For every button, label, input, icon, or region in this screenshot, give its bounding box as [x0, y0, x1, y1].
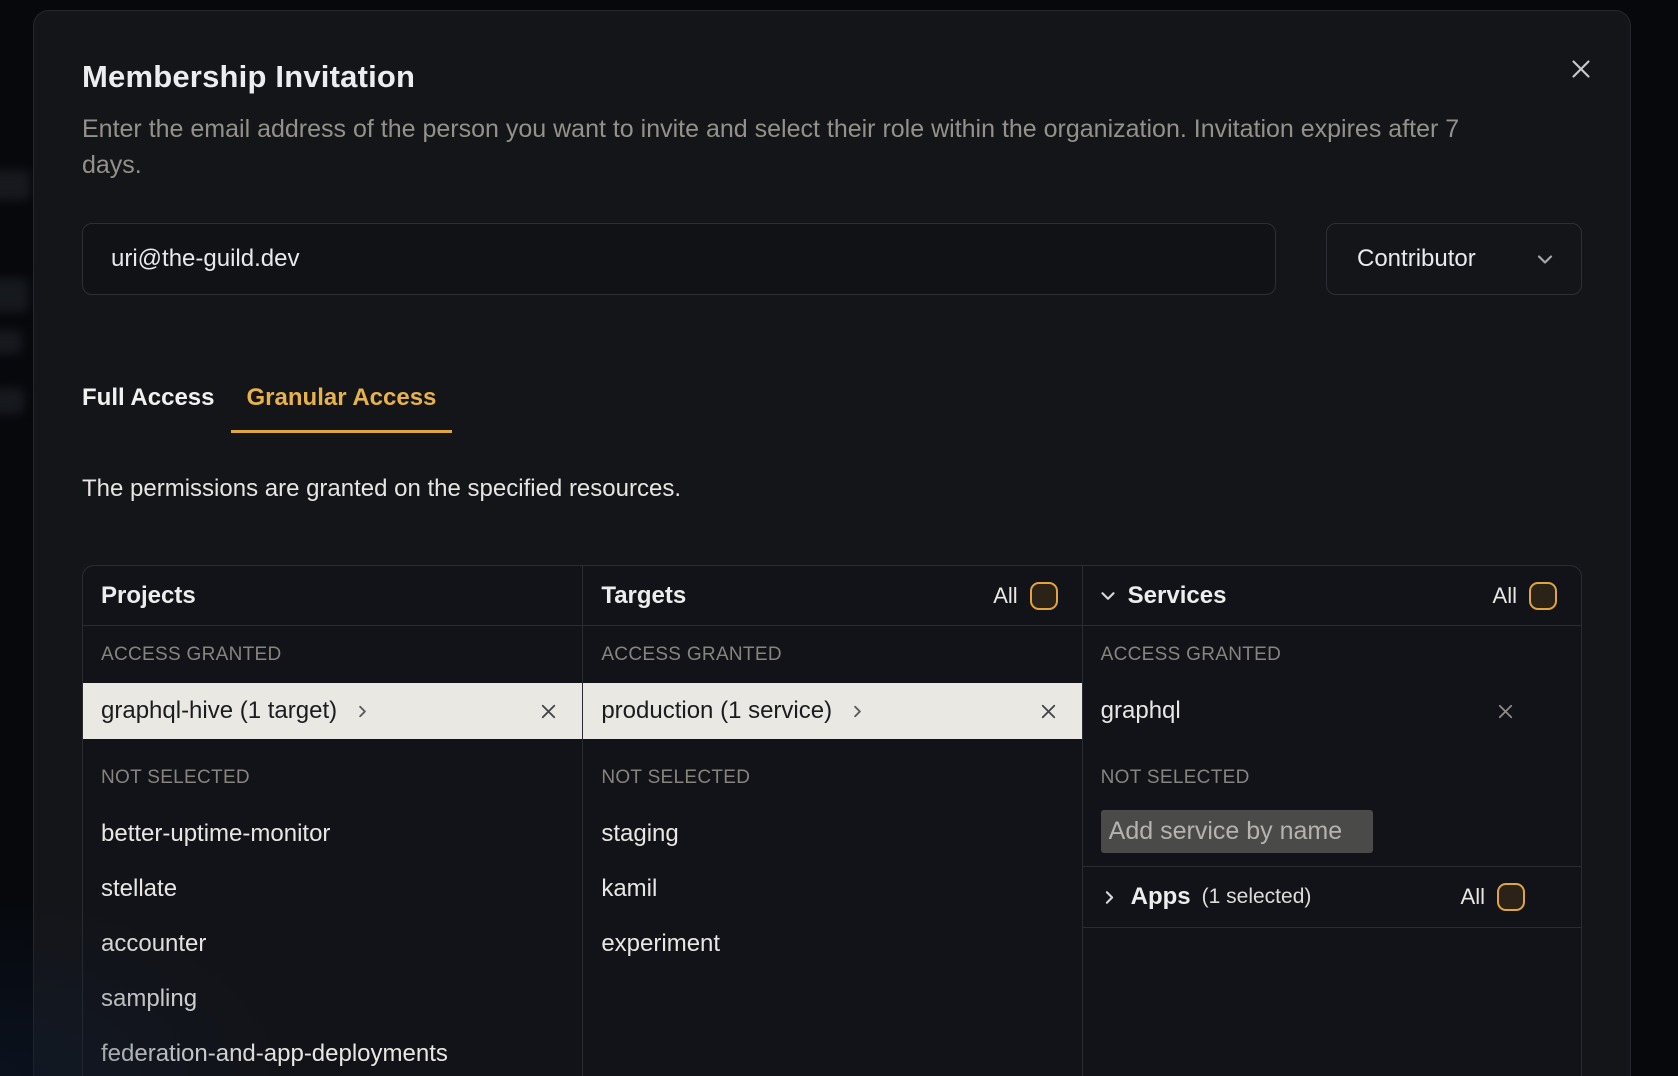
- access-granted-label: ACCESS GRANTED: [1101, 642, 1563, 668]
- tab-full-access[interactable]: Full Access: [66, 383, 231, 433]
- apps-section-header[interactable]: Apps (1 selected) All: [1083, 866, 1581, 928]
- access-granted-label: ACCESS GRANTED: [101, 642, 564, 668]
- permissions-note: The permissions are granted on the speci…: [82, 475, 1582, 503]
- targets-column-header: Targets All: [583, 566, 1081, 626]
- x-icon: [537, 700, 560, 723]
- role-select[interactable]: Contributor: [1326, 223, 1582, 295]
- targets-all-checkbox[interactable]: [1030, 582, 1058, 610]
- remove-project-button[interactable]: [537, 700, 560, 723]
- apps-all-checkbox[interactable]: [1497, 883, 1525, 911]
- backdrop-artifact: [0, 278, 28, 312]
- x-icon: [1494, 700, 1517, 723]
- projects-column-header: Projects: [83, 566, 582, 626]
- services-column: Services All ACCESS GRANTED graphql: [1082, 566, 1581, 1076]
- modal-title: Membership Invitation: [82, 59, 1582, 95]
- backdrop-artifact: [0, 170, 30, 200]
- projects-column: Projects ACCESS GRANTED graphql-hive (1 …: [83, 566, 582, 1076]
- services-column-title: Services: [1128, 582, 1227, 610]
- project-list-item[interactable]: federation-and-app-deployments: [83, 1026, 582, 1076]
- granted-service-row: graphql: [1083, 683, 1581, 739]
- targets-column-title: Targets: [601, 582, 686, 610]
- targets-column: Targets All ACCESS GRANTED production (1…: [582, 566, 1081, 1076]
- services-section-header[interactable]: Services All: [1083, 566, 1581, 626]
- not-selected-label: NOT SELECTED: [101, 765, 564, 791]
- chevron-right-icon: [848, 702, 867, 721]
- target-list-item[interactable]: kamil: [583, 861, 1081, 916]
- not-selected-label: NOT SELECTED: [1101, 765, 1563, 791]
- close-button[interactable]: [1565, 53, 1597, 85]
- apps-section-title: Apps: [1131, 883, 1191, 911]
- project-list-item[interactable]: better-uptime-monitor: [83, 806, 582, 861]
- selected-target-row[interactable]: production (1 service): [583, 683, 1081, 739]
- chevron-right-icon: [353, 702, 372, 721]
- selected-target-label: production (1 service): [601, 697, 832, 725]
- apps-all-label: All: [1461, 884, 1485, 910]
- granted-service-label: graphql: [1101, 697, 1181, 725]
- role-select-value: Contributor: [1357, 245, 1476, 273]
- services-all-label: All: [1493, 583, 1517, 609]
- project-list-item[interactable]: sampling: [83, 971, 582, 1026]
- target-list-item[interactable]: staging: [583, 806, 1081, 861]
- remove-target-button[interactable]: [1037, 700, 1060, 723]
- selected-project-row[interactable]: graphql-hive (1 target): [83, 683, 582, 739]
- modal-description: Enter the email address of the person yo…: [82, 111, 1494, 183]
- backdrop-artifact: [0, 388, 24, 414]
- not-selected-label: NOT SELECTED: [601, 765, 1063, 791]
- chevron-down-icon: [1533, 247, 1557, 271]
- chevron-right-icon: [1099, 887, 1120, 908]
- apps-selected-count: (1 selected): [1202, 885, 1312, 909]
- services-all-checkbox[interactable]: [1529, 582, 1557, 610]
- remove-service-button[interactable]: [1494, 700, 1517, 723]
- target-list-item[interactable]: experiment: [583, 916, 1081, 971]
- invite-form-row: Contributor: [82, 223, 1582, 295]
- membership-invitation-modal: Membership Invitation Enter the email ad…: [33, 10, 1631, 1076]
- targets-all-label: All: [993, 583, 1017, 609]
- project-list-item[interactable]: stellate: [83, 861, 582, 916]
- chevron-down-icon: [1097, 585, 1119, 607]
- backdrop-artifact: [0, 330, 22, 354]
- access-tabs: Full Access Granular Access: [66, 383, 1582, 433]
- permissions-table: Projects ACCESS GRANTED graphql-hive (1 …: [82, 565, 1582, 1076]
- tab-granular-access[interactable]: Granular Access: [231, 383, 453, 433]
- email-input[interactable]: [82, 223, 1276, 295]
- selected-project-label: graphql-hive (1 target): [101, 697, 337, 725]
- close-icon: [1566, 54, 1596, 84]
- projects-column-title: Projects: [101, 582, 196, 610]
- x-icon: [1037, 700, 1060, 723]
- screen-backdrop: Membership Invitation Enter the email ad…: [0, 0, 1678, 1076]
- access-granted-label: ACCESS GRANTED: [601, 642, 1063, 668]
- project-list-item[interactable]: accounter: [83, 916, 582, 971]
- add-service-input[interactable]: [1101, 810, 1373, 853]
